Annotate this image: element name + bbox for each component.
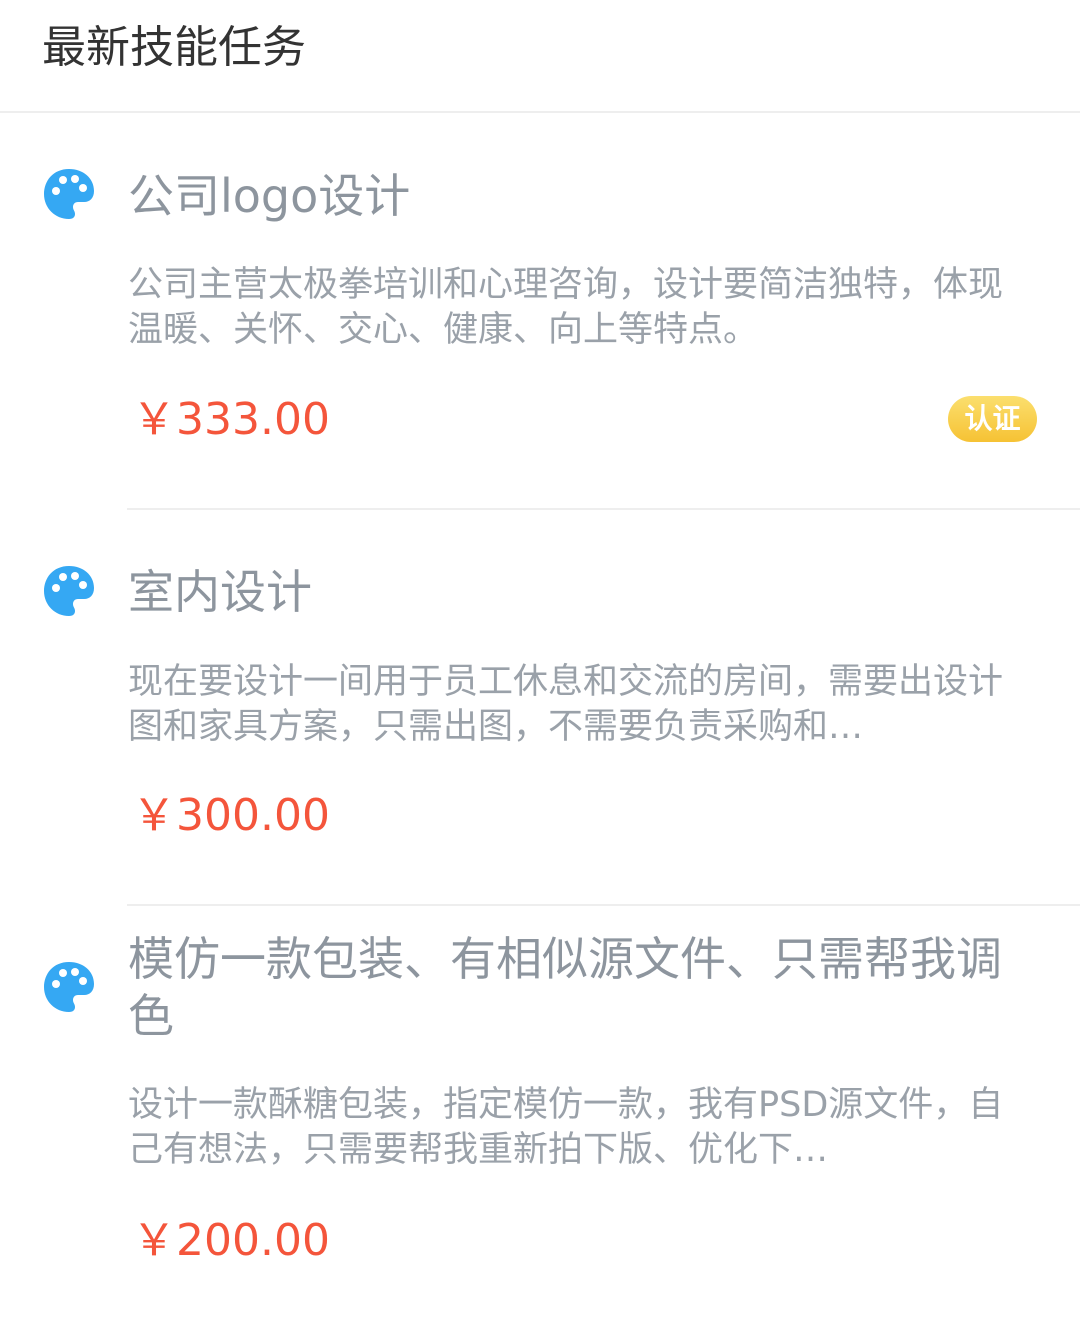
page-header: 最新技能任务 <box>0 0 1080 113</box>
palette-icon <box>44 962 94 1012</box>
task-description: 设计一款酥糖包装，指定模仿一款，我有PSD源文件，自己有想法，只需要帮我重新拍下… <box>128 1085 1004 1170</box>
task-title: 室内设计 <box>128 565 312 619</box>
task-description: 现在要设计一间用于员工休息和交流的房间，需要出设计图和家具方案，只需出图，不需要… <box>128 662 1004 747</box>
task-price: ￥333.00 <box>132 394 330 445</box>
palette-icon <box>44 169 94 219</box>
task-description: 公司主营太极拳培训和心理咨询，设计要简洁独特，体现温暖、关怀、交心、健康、向上等… <box>128 265 1004 350</box>
verified-badge: 认证 <box>948 396 1037 442</box>
task-card[interactable]: 公司logo设计 公司主营太极拳培训和心理咨询，设计要简洁独特，体现温暖、关怀、… <box>0 113 1080 510</box>
page-title: 最新技能任务 <box>42 22 306 73</box>
palette-icon <box>44 566 94 616</box>
task-title: 公司logo设计 <box>128 169 411 223</box>
task-price: ￥300.00 <box>132 790 330 841</box>
task-card[interactable]: 模仿一款包装、有相似源文件、只需帮我调色 设计一款酥糖包装，指定模仿一款，我有P… <box>0 906 1080 1326</box>
task-card[interactable]: 室内设计 现在要设计一间用于员工休息和交流的房间，需要出设计图和家具方案，只需出… <box>0 510 1080 905</box>
task-price: ￥200.00 <box>132 1215 330 1266</box>
task-title: 模仿一款包装、有相似源文件、只需帮我调色 <box>128 932 1002 1043</box>
